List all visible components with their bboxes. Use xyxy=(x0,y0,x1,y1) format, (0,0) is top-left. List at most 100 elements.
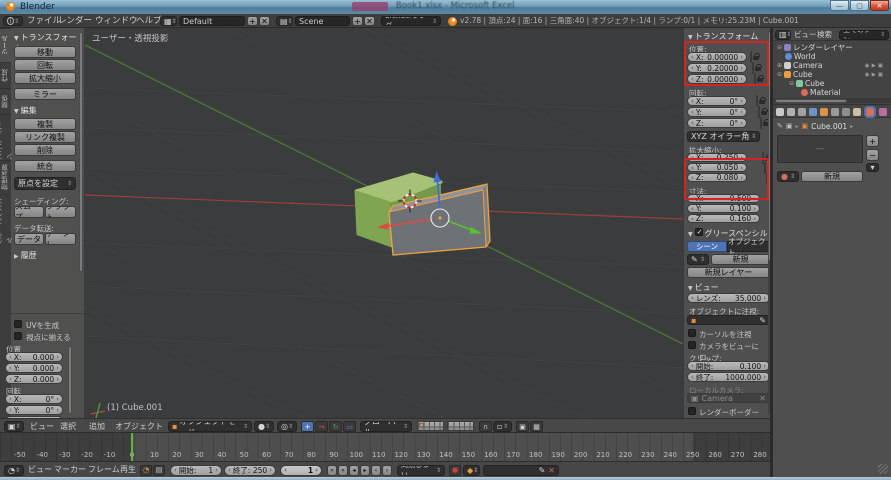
orientation-dropdown[interactable]: グローバル xyxy=(360,421,412,432)
jump-to-end-button[interactable]: » xyxy=(338,465,348,476)
maximize-button[interactable]: ▢ xyxy=(850,0,869,11)
scale-y-field[interactable]: Y:0.050 xyxy=(687,163,747,172)
edit-icon[interactable]: ✎ xyxy=(539,466,546,475)
timeline-playhead[interactable] xyxy=(131,433,133,461)
location-z-field[interactable]: Z:0.00000 xyxy=(687,74,747,84)
clip-end-field[interactable]: 終了:1000.000 xyxy=(687,372,770,382)
timeline-menu-view[interactable]: ビュー xyxy=(28,462,52,478)
clip-start-field[interactable]: 開始:0.100 xyxy=(687,361,770,371)
tab-constraints-icon[interactable] xyxy=(831,108,839,116)
layers-grid-1[interactable] xyxy=(417,421,444,431)
active-layer-cell[interactable] xyxy=(419,423,424,427)
viewport-menu-view[interactable]: ビュー xyxy=(30,419,54,434)
snap-magnet-icon[interactable]: ∩ xyxy=(479,421,492,432)
disclosure-icon[interactable]: ⊖ xyxy=(777,44,782,51)
new-layer-button[interactable]: 新規レイヤー xyxy=(687,267,770,278)
op-location-x-field[interactable]: X:0.000 xyxy=(5,352,63,362)
remove-material-slot-button[interactable]: − xyxy=(866,149,879,161)
new-material-button[interactable]: 新規 xyxy=(801,171,863,182)
close-button[interactable]: ✕ xyxy=(870,0,889,11)
add-scene-button[interactable]: + xyxy=(352,16,363,26)
tab-scene-icon[interactable] xyxy=(798,108,806,116)
viewport-menu-add[interactable]: 追加 xyxy=(89,419,105,434)
play-button[interactable]: ▸ xyxy=(360,465,370,476)
gpencil-object-toggle[interactable]: オブジェクト xyxy=(727,241,770,252)
generate-uv-checkbox[interactable] xyxy=(14,320,22,328)
manipulator-translate-icon[interactable]: → xyxy=(315,421,328,432)
keying-flash-icon[interactable]: ◆ xyxy=(463,465,480,476)
rotation-y-field[interactable]: Y:0° xyxy=(687,107,747,117)
gpencil-draw-icon[interactable]: ✎ xyxy=(687,254,709,265)
tab-material-icon[interactable] xyxy=(866,108,874,116)
translate-button[interactable]: 移動 xyxy=(14,46,76,58)
editor-type-button[interactable]: i xyxy=(3,16,23,26)
disclosure-icon[interactable]: ⊖ xyxy=(789,80,794,87)
outliner-row-cube[interactable]: ⊖Cube◉▶▣ xyxy=(777,70,889,79)
outliner-menu-view[interactable]: ビュー xyxy=(794,28,817,41)
add-material-slot-button[interactable]: + xyxy=(866,135,879,147)
pin-icon[interactable]: ✎ xyxy=(777,122,783,130)
tab-render-icon[interactable] xyxy=(776,108,784,116)
mode-dropdown[interactable]: ▪オブジェクトモード xyxy=(168,421,252,432)
duplicate-button[interactable]: 複製 xyxy=(14,118,76,130)
resize-grip[interactable] xyxy=(878,464,888,474)
panel-header-edit[interactable]: ▼編集 xyxy=(14,105,37,116)
tab-grease-pencil[interactable]: グリースペンシル xyxy=(0,194,11,244)
gpencil-scene-toggle[interactable]: シーン xyxy=(687,241,727,252)
minimize-button[interactable]: — xyxy=(830,0,849,11)
render-opengl-icon[interactable]: ▣ xyxy=(516,421,529,432)
timeline-ruler[interactable]: -50-40-30-20-100102030405060708090100110… xyxy=(0,433,770,461)
scene-icon[interactable]: ▤ xyxy=(276,16,293,26)
rotate-button[interactable]: 回転 xyxy=(14,59,76,71)
tool-shelf-scrollbar[interactable] xyxy=(79,32,83,272)
play-reverse-button[interactable]: ◂ xyxy=(349,465,359,476)
preview-range-icon[interactable]: ◔ xyxy=(140,465,152,476)
lock-camera-checkbox[interactable] xyxy=(688,341,696,349)
keying-set-field[interactable]: ✎✕ xyxy=(483,465,559,476)
join-button[interactable]: 統合 xyxy=(14,160,76,172)
frame-start-field[interactable]: 開始:1 xyxy=(170,465,222,476)
shading-dropdown[interactable]: ● xyxy=(254,421,274,432)
render-engine-select[interactable]: Blenderレンダー xyxy=(381,16,441,26)
align-to-view-checkbox[interactable] xyxy=(14,332,22,340)
outliner-row-cube-data[interactable]: ⊖Cube xyxy=(789,79,824,88)
scene-field[interactable]: Scene xyxy=(295,16,350,26)
scale-z-field[interactable]: Z:0.080 xyxy=(687,173,747,182)
prev-keyframe-button[interactable]: ‹ xyxy=(371,465,381,476)
delete-button[interactable]: 削除 xyxy=(14,144,76,156)
menu-render[interactable]: レンダー xyxy=(58,14,92,28)
auto-keyframe-record-icon[interactable]: ● xyxy=(449,465,461,476)
rotation-z-field[interactable]: Z:0° xyxy=(687,118,747,128)
panel-header-transform[interactable]: ▼トランスフォーム xyxy=(688,31,758,42)
mirror-button[interactable]: ミラー xyxy=(14,88,76,100)
outliner-row-world[interactable]: World xyxy=(785,52,816,61)
restrict-icons[interactable]: ◉▶▣ xyxy=(865,63,885,69)
frame-dropdown-icon[interactable]: ▤ xyxy=(153,465,165,476)
jump-to-start-button[interactable]: « xyxy=(327,465,337,476)
viewport-menu-object[interactable]: オブジェクト xyxy=(115,419,163,434)
manipulator-z-arrow[interactable] xyxy=(434,171,442,183)
tab-animation[interactable]: アニメーション xyxy=(0,114,11,160)
rotation-mode-dropdown[interactable]: XYZ オイラー角 xyxy=(687,131,760,142)
outliner-row-camera[interactable]: ⊕Camera◉▶▣ xyxy=(777,61,889,70)
tab-render-layers-icon[interactable] xyxy=(787,108,795,116)
tab-create[interactable]: 作成 xyxy=(0,62,11,88)
viewport-menu-select[interactable]: 選択 xyxy=(60,419,76,434)
viewport-3d[interactable]: ユーザー・透視投影 (1) Cube.001 xyxy=(85,28,683,418)
screen-layout-icon[interactable]: ▦ xyxy=(160,16,177,26)
grease-pencil-checkbox[interactable] xyxy=(695,228,703,236)
lock-location-z-icon[interactable] xyxy=(754,73,756,85)
shade-flat-button[interactable]: フラット xyxy=(45,206,76,218)
op-rotation-y-field[interactable]: Y:0° xyxy=(5,405,63,415)
data-transfer-layout-button[interactable]: データレ xyxy=(45,233,76,245)
lock-rotation-z-icon[interactable] xyxy=(760,117,762,129)
timeline-menu-marker[interactable]: マーカー xyxy=(54,462,86,478)
manipulator-scale-icon[interactable]: ▭ xyxy=(343,421,356,432)
editor-separator[interactable] xyxy=(770,28,773,477)
rotation-x-field[interactable]: X:0° xyxy=(687,96,747,106)
tab-world-icon[interactable] xyxy=(809,108,817,116)
restrict-icons[interactable]: ◉▶▣ xyxy=(865,72,885,78)
menu-help[interactable]: ヘルプ xyxy=(136,14,162,28)
dimensions-x-field[interactable]: X:0.500 xyxy=(687,194,760,203)
tab-tools[interactable]: ツール xyxy=(0,28,11,62)
